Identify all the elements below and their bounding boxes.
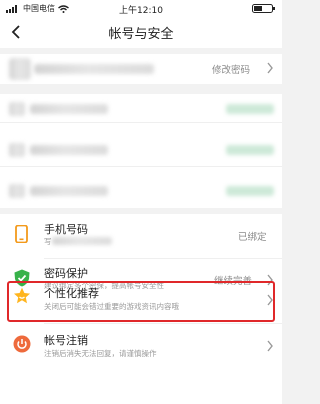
account-label	[30, 104, 108, 114]
account-icon	[9, 184, 25, 198]
battery-icon	[252, 4, 275, 13]
phone-icon	[15, 225, 28, 243]
chevron-right-icon	[267, 62, 273, 74]
divider	[0, 166, 282, 167]
phone-status: 已绑定	[238, 232, 267, 243]
account-status[interactable]	[226, 186, 274, 196]
divider	[44, 323, 282, 324]
account-label	[30, 145, 108, 155]
account-status[interactable]	[226, 104, 274, 114]
phone-number-mask	[52, 237, 112, 245]
highlight-box	[7, 281, 275, 322]
change-password-link[interactable]: 修改密码	[212, 62, 250, 76]
status-time: 上午12:10	[119, 6, 163, 16]
password-protection-label: 密码保护	[44, 267, 88, 280]
account-cancellation-label: 帐号注销	[44, 334, 88, 347]
page-title: 帐号与安全	[108, 27, 174, 42]
phone-number: 写	[44, 237, 52, 246]
account-status[interactable]	[226, 145, 274, 155]
account-name	[34, 64, 154, 74]
account-icon	[9, 102, 25, 116]
divider	[0, 122, 282, 123]
account-cancellation-hint: 注销后消失无法回复，请谨慎操作	[44, 349, 157, 358]
phone-label: 手机号码	[44, 223, 88, 236]
account-cancellation-row[interactable]	[0, 326, 282, 368]
power-icon	[13, 335, 31, 353]
avatar	[9, 58, 31, 80]
account-icon	[9, 143, 25, 157]
chevron-right-icon	[267, 340, 273, 352]
account-label	[30, 186, 108, 196]
